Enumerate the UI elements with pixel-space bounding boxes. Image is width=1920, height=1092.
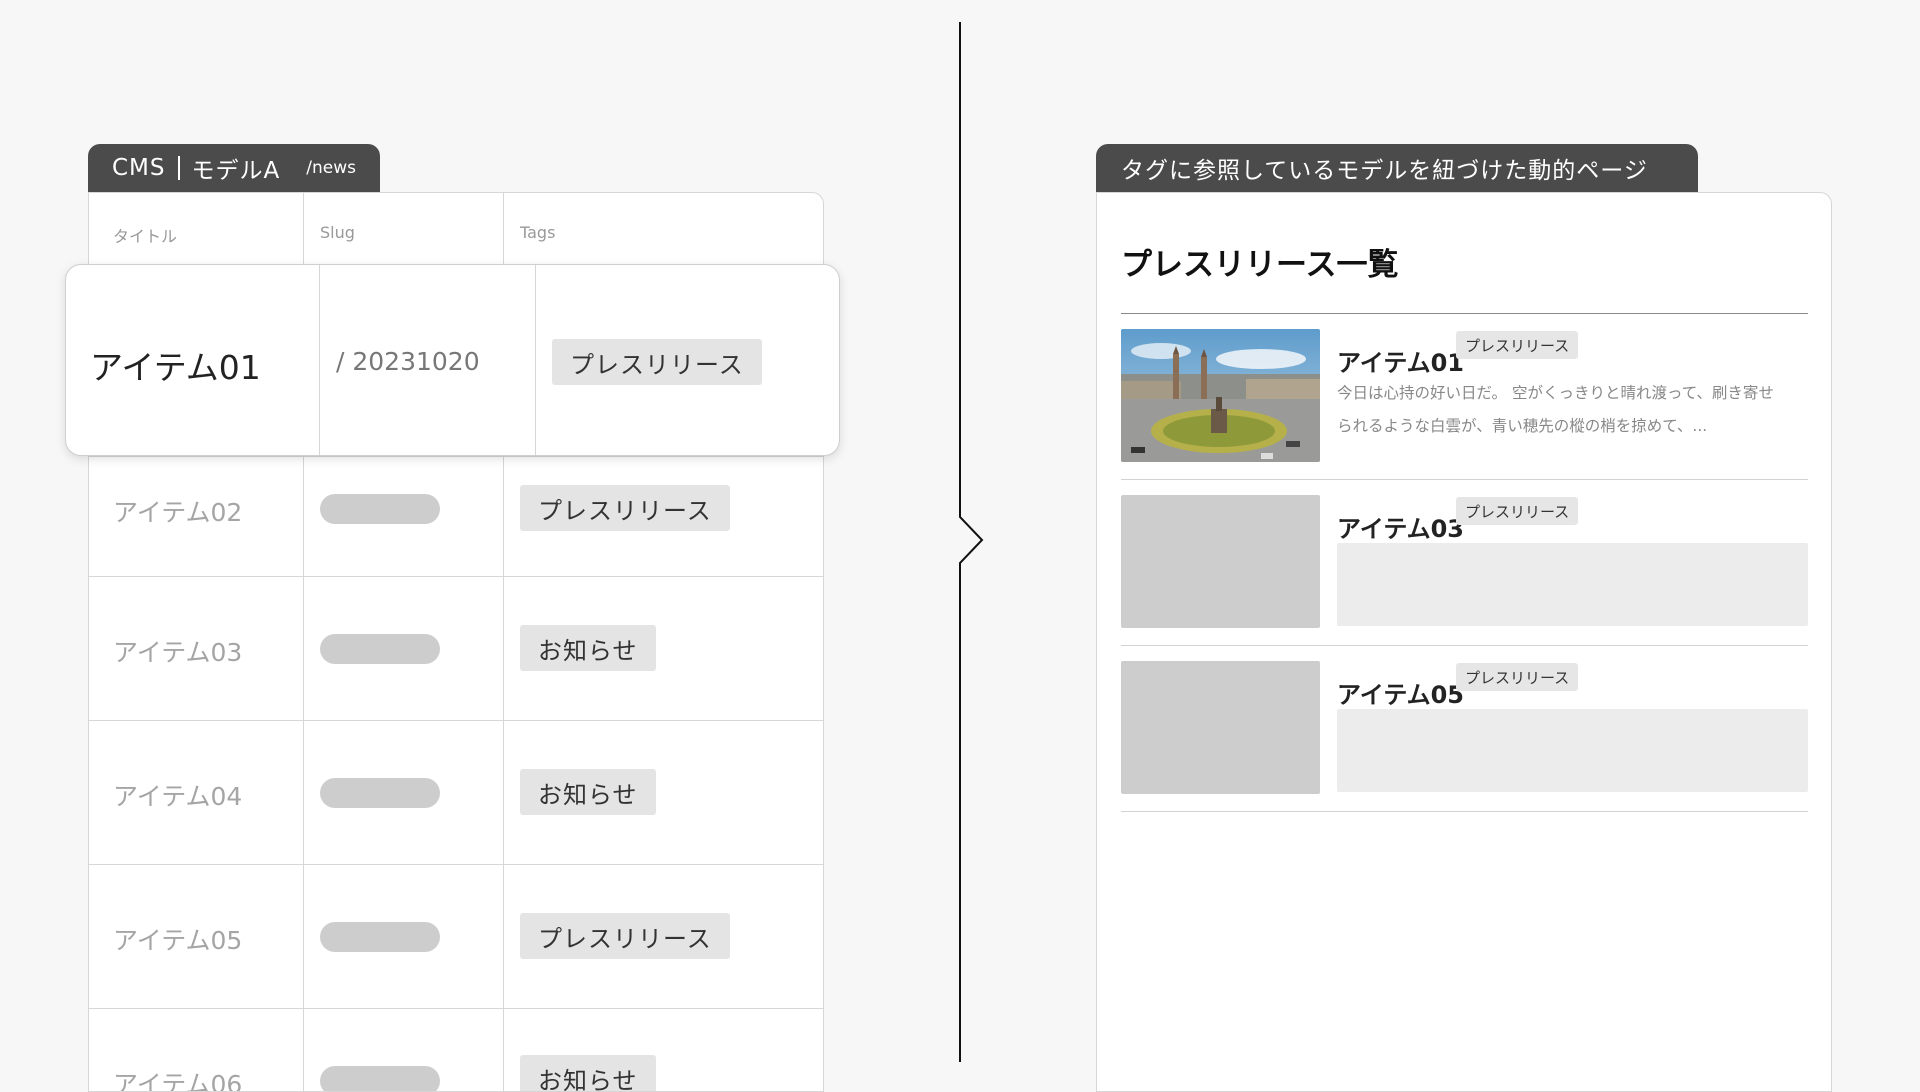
row-divider (89, 864, 823, 865)
column-header-title: タイトル (113, 227, 178, 246)
cms-label: CMS (112, 155, 166, 181)
item-thumbnail-placeholder (1121, 495, 1320, 628)
model-name: モデルA (191, 158, 281, 184)
dynamic-page-tab: タグに参照しているモデルを紐づけた動的ページ (1096, 144, 1698, 192)
row-title: アイテム03 (113, 638, 243, 667)
column-header-tags: Tags (520, 223, 556, 242)
item-divider (1121, 479, 1808, 480)
model-path: /news (306, 158, 356, 178)
tab-separator (177, 156, 180, 180)
row-divider (89, 456, 823, 457)
row-title: アイテム02 (113, 498, 243, 527)
slug-placeholder (320, 778, 440, 808)
selected-row-title: アイテム01 (90, 348, 261, 387)
column-header-slug: Slug (320, 223, 355, 242)
row-divider (89, 720, 823, 721)
column-divider (319, 265, 320, 455)
row-title: アイテム04 (113, 782, 243, 811)
tag-chip: お知らせ (520, 625, 656, 671)
item-tag-chip: プレスリリース (1456, 663, 1579, 691)
slug-placeholder (320, 494, 440, 524)
row-divider (89, 576, 823, 577)
dynamic-page: プレスリリース一覧 アイテム01 プレスリリース 今日は心持の好い日だ。 空がく… (1096, 192, 1832, 1092)
item-title: アイテム01 (1337, 349, 1464, 377)
selected-row-tag: プレスリリース (552, 339, 762, 385)
row-divider (89, 1008, 823, 1009)
item-description: 今日は心持の好い日だ。 空がくっきりと晴れ渡って、刷き寄せ られるような白雲が、… (1337, 377, 1812, 443)
item-tag-chip: プレスリリース (1456, 331, 1579, 359)
description-line: られるような白雲が、青い穂先の樅の梢を掠めて、... (1337, 417, 1708, 435)
arrow-divider (959, 22, 984, 1062)
item-title: アイテム05 (1337, 681, 1464, 709)
dynamic-page-label: タグに参照しているモデルを紐づけた動的ページ (1121, 158, 1648, 184)
heading-rule (1121, 313, 1808, 314)
item-title: アイテム03 (1337, 515, 1464, 543)
slug-placeholder (320, 1066, 440, 1091)
item-divider (1121, 645, 1808, 646)
item-tag-chip: プレスリリース (1456, 497, 1579, 525)
description-line: 今日は心持の好い日だ。 空がくっきりと晴れ渡って、刷き寄せ (1337, 384, 1774, 402)
cms-model-tab: CMS モデルA /news (88, 144, 380, 192)
column-divider (535, 265, 536, 455)
selected-row-card[interactable]: アイテム01 / 20231020 プレスリリース (65, 264, 840, 456)
row-title: アイテム05 (113, 926, 243, 955)
description-placeholder (1337, 709, 1808, 792)
slug-placeholder (320, 634, 440, 664)
selected-row-slug: / 20231020 (336, 347, 480, 376)
item-divider (1121, 811, 1808, 812)
row-title: アイテム06 (113, 1070, 243, 1092)
tag-chip: プレスリリース (520, 913, 730, 959)
plaza-photo-icon (1121, 329, 1320, 462)
tag-chip: プレスリリース (520, 485, 730, 531)
slug-placeholder (320, 922, 440, 952)
item-thumbnail-photo (1121, 329, 1320, 462)
tag-chip: お知らせ (520, 769, 656, 815)
item-thumbnail-placeholder (1121, 661, 1320, 794)
tag-chip: お知らせ (520, 1055, 656, 1091)
page-title: プレスリリース一覧 (1121, 247, 1399, 283)
description-placeholder (1337, 543, 1808, 626)
